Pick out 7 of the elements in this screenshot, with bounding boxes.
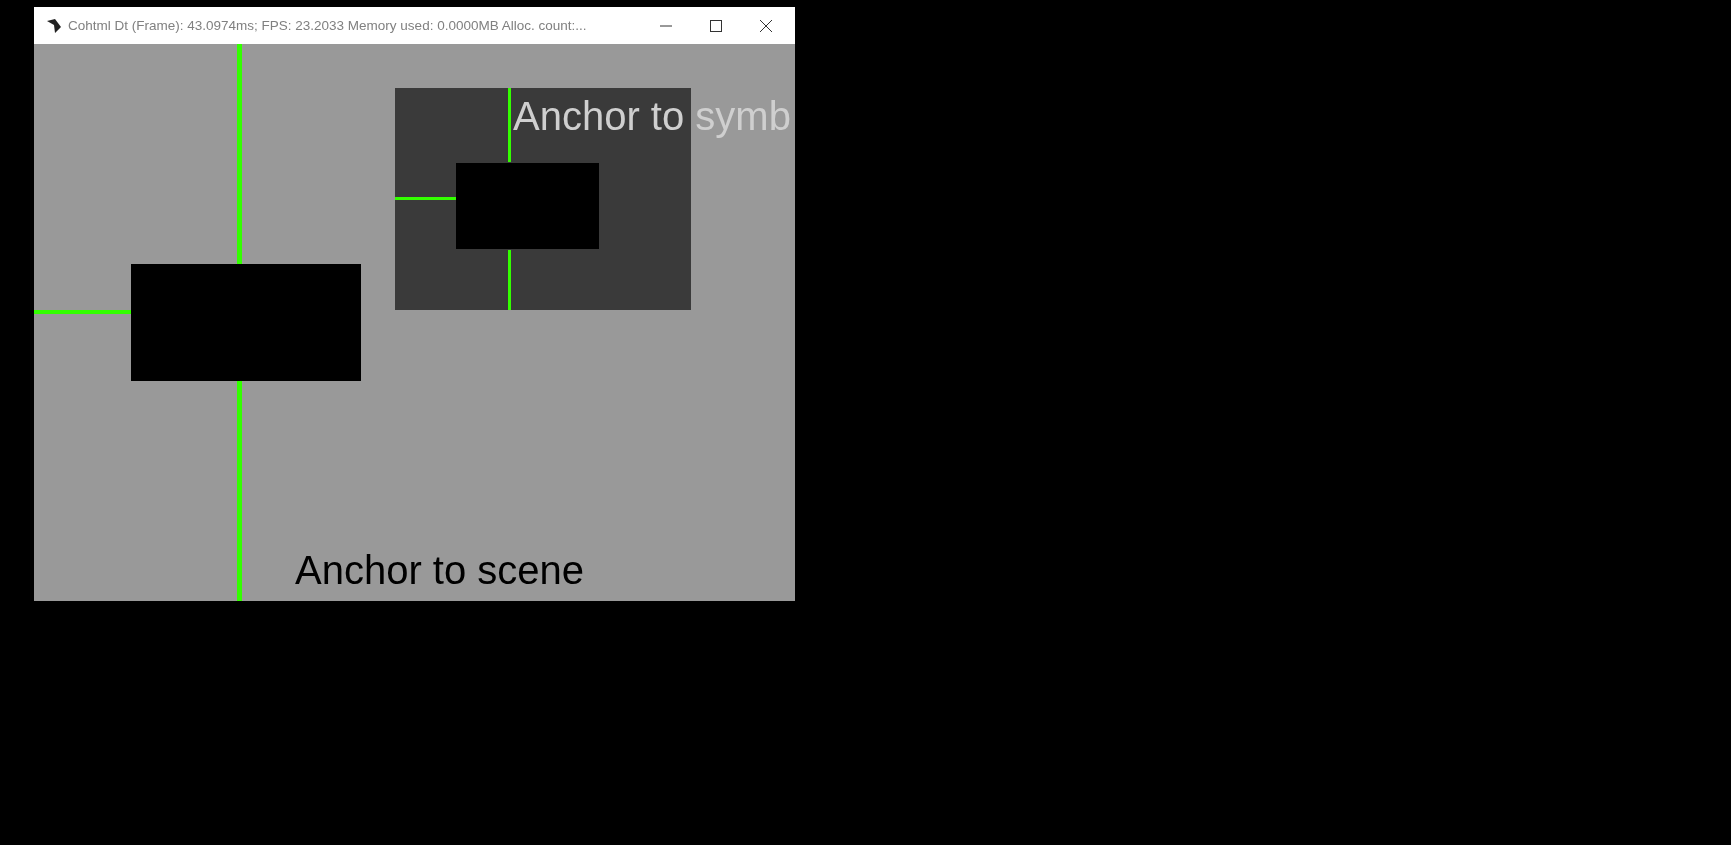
maximize-icon (710, 19, 722, 32)
close-icon (760, 19, 772, 32)
guide-line (395, 197, 456, 200)
window-title: Cohtml Dt (Frame): 43.0974ms; FPS: 23.2033 Memory used: 0.0000MB Alloc. count:... (68, 18, 588, 33)
guide-line (508, 250, 511, 310)
scene-anchor-label: Anchor to scene (295, 550, 585, 590)
app-logo-icon (46, 17, 62, 34)
